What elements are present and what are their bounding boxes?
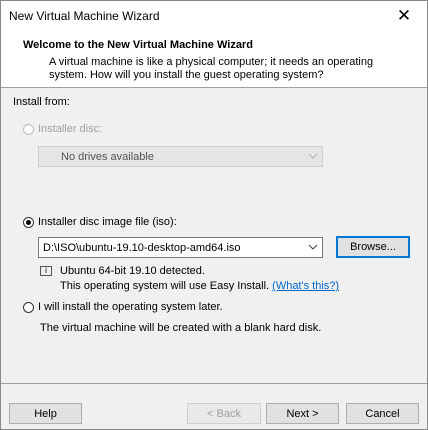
wizard-window: New Virtual Machine Wizard ✕ Welcome to … [0, 0, 428, 430]
next-button[interactable]: Next > [266, 403, 339, 424]
install-from-label: Install from: [13, 96, 70, 108]
installer-disc-label: Installer disc: [38, 123, 103, 135]
drive-select[interactable]: No drives available [38, 146, 323, 167]
install-later-radio[interactable] [23, 301, 34, 313]
iso-label: Installer disc image file (iso): [38, 216, 177, 228]
blank-disk-note: The virtual machine will be created with… [40, 322, 322, 334]
wizard-header: Welcome to the New Virtual Machine Wizar… [1, 31, 427, 87]
drive-select-value: No drives available [61, 150, 154, 163]
iso-option[interactable]: Installer disc image file (iso): [23, 216, 177, 228]
iso-path-value[interactable]: D:\ISO\ubuntu-19.10-desktop-amd64.iso [39, 242, 304, 254]
os-detected-text: Ubuntu 64-bit 19.10 detected. [60, 265, 205, 277]
iso-path-combo[interactable]: D:\ISO\ubuntu-19.10-desktop-amd64.iso [38, 237, 323, 258]
close-icon[interactable]: ✕ [381, 1, 427, 31]
help-button[interactable]: Help [9, 403, 82, 424]
installer-disc-option[interactable]: Installer disc: [23, 123, 102, 135]
whats-this-link[interactable]: (What's this?) [272, 280, 339, 292]
cancel-button[interactable]: Cancel [346, 403, 419, 424]
easy-install-text: This operating system will use Easy Inst… [60, 280, 270, 292]
easy-install-line: This operating system will use Easy Inst… [60, 280, 339, 292]
info-icon: i [40, 266, 52, 276]
chevron-down-icon[interactable] [304, 242, 322, 253]
install-later-option[interactable]: I will install the operating system late… [23, 301, 223, 313]
installer-disc-radio[interactable] [23, 123, 34, 135]
back-button[interactable]: < Back [187, 403, 261, 424]
chevron-down-icon [304, 151, 322, 162]
header-title: Welcome to the New Virtual Machine Wizar… [23, 39, 253, 51]
wizard-footer: Help < Back Next > Cancel [1, 384, 427, 429]
wizard-body: Install from: Installer disc: No drives … [1, 88, 427, 383]
window-title: New Virtual Machine Wizard [9, 9, 160, 23]
install-later-label: I will install the operating system late… [38, 301, 223, 313]
browse-button[interactable]: Browse... [336, 236, 410, 258]
title-bar: New Virtual Machine Wizard ✕ [1, 1, 427, 31]
iso-radio[interactable] [23, 216, 34, 228]
header-description: A virtual machine is like a physical com… [49, 56, 374, 81]
